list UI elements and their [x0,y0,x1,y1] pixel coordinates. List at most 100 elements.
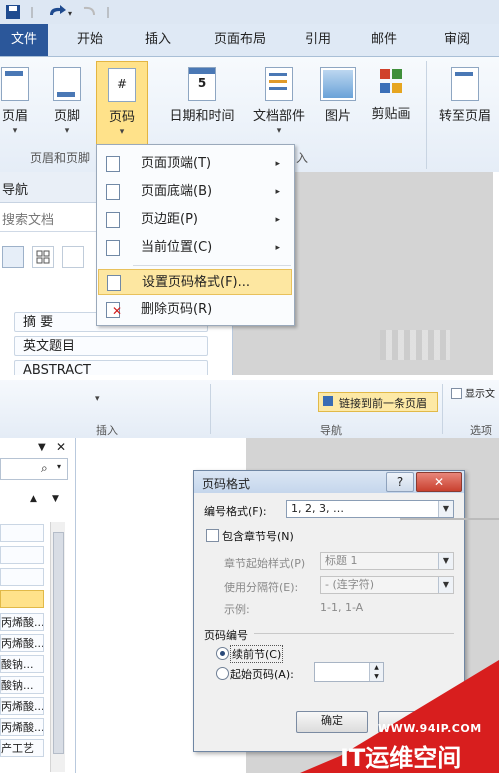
start-at-label: 起始页码(A): [230,668,294,681]
current-position-icon [106,240,120,256]
menu-item-page-margins[interactable]: 页边距(P) ▸ [98,207,292,233]
chevron-down-icon: ▾ [276,126,282,136]
page-numbering-label: 页码编号 [204,629,248,642]
page-top-icon [106,156,120,172]
page-number-icon: # [108,68,136,102]
goto-header-button[interactable]: 转至页眉 [432,61,498,141]
chevron-down-icon: ▼ [38,442,46,453]
list-item[interactable]: 丙烯酸... [0,697,44,715]
list-item[interactable] [0,546,44,564]
watermark-url: WWW.94IP.COM [378,722,482,735]
group-divider [210,384,211,434]
list-item[interactable]: 酸钠... [0,655,44,673]
separator-select[interactable]: - (连字符) ▼ [320,576,454,594]
nav-item[interactable]: ABSTRACT [14,360,208,375]
menu-item-top-of-page[interactable]: 页面顶端(T) ▸ [98,151,292,177]
example-value: 1-1, 1-A [320,601,364,614]
tab-insert[interactable]: 插入 [136,24,180,56]
group-divider [426,61,427,169]
continue-radio[interactable] [216,647,229,660]
nav-search-placeholder: 搜索文档 [2,213,55,228]
list-item-selected[interactable] [0,590,44,608]
document-parts-button[interactable]: 文档部件 ▾ [246,61,312,141]
tab-page-layout[interactable]: 页面布局 [202,24,278,56]
clipart-icon [378,67,404,99]
close-icon[interactable]: ✕ [56,440,66,454]
start-at-radio[interactable] [216,667,229,680]
top-screenshot: ▾ 文件 开始 插入 页面布局 引用 邮件 审阅 页眉 ▾ 页脚 ▾ # 页码 ▾ 5… [0,0,499,375]
help-button[interactable]: ? [386,472,414,492]
menu-item-bottom-of-page[interactable]: 页面底端(B) ▸ [98,179,292,205]
tab-mailings[interactable]: 邮件 [362,24,406,56]
nav-view-tabs [0,244,100,270]
continue-label: 续前节(C) [230,645,284,663]
watermark-brand: IT运维空间 [340,744,462,772]
clipart-button[interactable]: 剪贴画 [366,61,416,141]
format-page-number-icon [107,275,121,291]
menu-item-format-page-numbers[interactable]: 设置页码格式(F)... [98,269,292,295]
picture-button[interactable]: 图片 [318,61,358,141]
link-to-previous-button[interactable]: 链接到前一条页眉 [318,392,438,412]
show-doc-text-checkbox[interactable] [451,388,462,399]
group-divider [442,384,443,434]
footer-icon [53,67,81,101]
submenu-arrow-icon: ▸ [275,243,280,253]
headings-view-icon[interactable] [2,246,24,268]
quick-access-icons: ▾ [6,5,109,19]
chevron-down-icon: ▾ [119,127,125,137]
include-chapter-checkbox[interactable] [206,529,219,542]
tab-references[interactable]: 引用 [296,24,340,56]
results-view-icon[interactable] [62,246,84,268]
group-label-insert: 入 [296,151,309,165]
list-item[interactable] [0,568,44,586]
submenu-arrow-icon: ▸ [275,187,280,197]
picture-icon [320,67,356,101]
group-label-options: 选项 [470,424,492,437]
date-time-button[interactable]: 5 日期和时间 [160,61,244,141]
submenu-arrow-icon: ▸ [275,159,280,169]
navigation-pane-bottom: ▼ ✕ ⌕ ▾ ▲ ▼ 丙烯酸... 丙烯酸... 酸钠... 酸钠... 丙烯… [0,438,76,773]
scrollbar[interactable] [50,522,65,772]
list-item[interactable]: 丙烯酸... [0,718,44,736]
footer-button[interactable]: 页脚 ▾ [46,61,88,141]
dialog-title: 页码格式 [202,477,251,491]
header-button[interactable]: 页眉 ▾ [0,61,36,141]
chevron-down-icon: ▾ [95,394,100,404]
chevron-down-icon: ▼ [438,501,453,517]
document-parts-icon [265,67,293,101]
example-label: 示例: [224,603,250,616]
nav-pane-title: 导航 [2,183,29,198]
pixelated-blur [380,330,450,360]
list-item[interactable]: 丙烯酸... [0,634,44,652]
tab-file[interactable]: 文件 [0,24,48,56]
list-item[interactable]: 酸钠... [0,676,44,694]
pages-view-icon[interactable] [32,246,54,268]
list-item[interactable] [0,524,44,542]
nav-search-input[interactable]: ⌕ ▾ [0,458,68,480]
menu-item-current-position[interactable]: 当前位置(C) ▸ [98,235,292,261]
page-number-button[interactable]: # 页码 ▾ [96,61,148,145]
page-number-menu: 页面顶端(T) ▸ 页面底端(B) ▸ 页边距(P) ▸ 当前位置(C) ▸ 设… [96,144,295,326]
separator-label: 使用分隔符(E): [224,581,299,594]
header-icon [1,67,29,101]
watermark: WWW.94IP.COM IT运维空间 [300,660,499,773]
chapter-start-label: 章节起始样式(P) [224,557,306,570]
chevron-down-icon: ▾ [12,126,18,136]
menu-separator [133,265,291,266]
dialog-titlebar: 页码格式 ? ✕ [194,471,464,493]
list-item[interactable]: 产工艺 [0,739,44,757]
nav-item[interactable]: 英文题目 [14,336,208,356]
tab-home[interactable]: 开始 [68,24,112,56]
number-format-select[interactable]: 1, 2, 3, … ▼ [286,500,454,518]
group-label-header-footer: 页眉和页脚 [30,151,91,165]
group-separator [254,633,454,634]
close-button[interactable]: ✕ [416,472,462,492]
scroll-up-icon[interactable]: ▲ [30,494,37,504]
tab-review[interactable]: 审阅 [430,24,484,56]
chapter-start-select[interactable]: 标题 1 ▼ [320,552,454,570]
chevron-down-icon: ▼ [438,553,453,569]
scrollbar-thumb[interactable] [53,532,64,754]
menu-item-remove-page-numbers[interactable]: ✕ 删除页码(R) [98,297,292,323]
list-item[interactable]: 丙烯酸... [0,613,44,631]
scroll-down-icon[interactable]: ▼ [52,494,59,504]
